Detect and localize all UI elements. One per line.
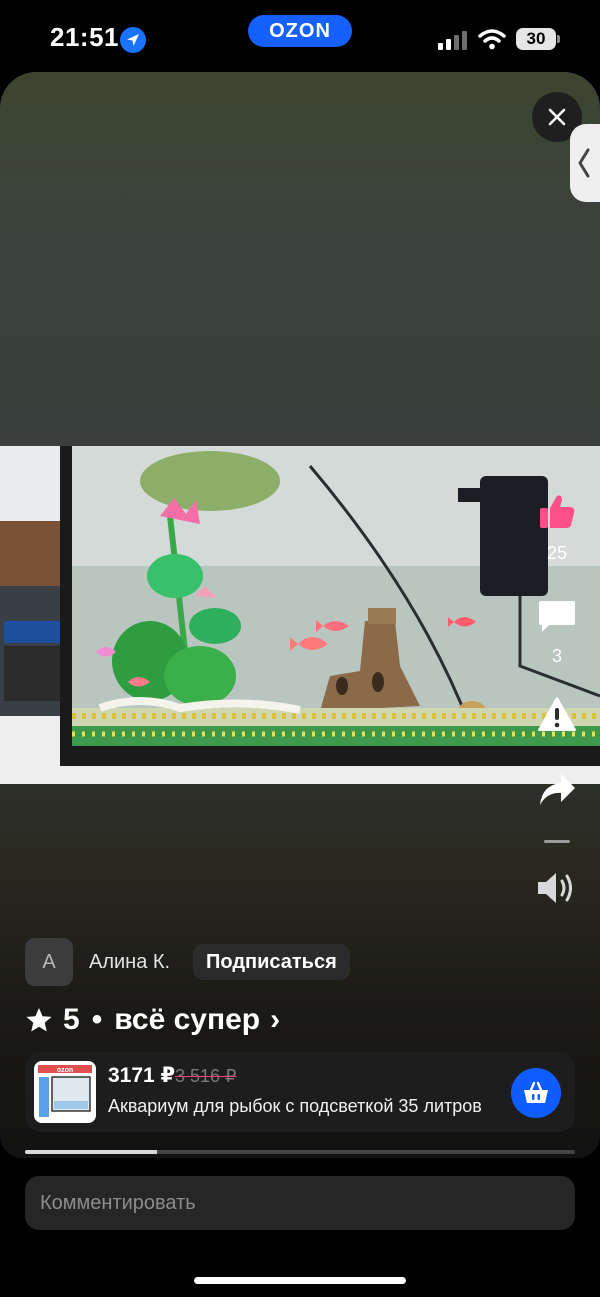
- thumbs-up-icon: [537, 495, 577, 536]
- subscribe-button[interactable]: Подписаться: [193, 944, 350, 980]
- video-player[interactable]: 25 3: [0, 72, 600, 1158]
- author-avatar[interactable]: А: [25, 938, 73, 986]
- review-rating-row[interactable]: 5 • всё супер ›: [25, 1000, 280, 1040]
- status-time: 21:51: [50, 22, 119, 52]
- speaker-icon: [535, 873, 579, 910]
- warning-icon: [537, 697, 577, 736]
- actions-divider: [544, 840, 570, 843]
- battery-indicator: 30: [516, 28, 556, 50]
- share-action[interactable]: [530, 772, 584, 813]
- rating-separator: •: [91, 1003, 103, 1036]
- video-progress-fill: [25, 1150, 157, 1154]
- video-progress-bar[interactable]: [25, 1150, 575, 1154]
- share-arrow-icon: [537, 774, 577, 812]
- product-title: Аквариум для рыбок с подсветкой 35 литро…: [108, 1096, 482, 1116]
- star-icon: [25, 1007, 53, 1034]
- sound-action[interactable]: [530, 870, 584, 911]
- product-old-price: 3 516 ₽: [175, 1066, 237, 1086]
- thumb-brand-text: ozon: [57, 1067, 73, 1074]
- wifi-icon: [478, 28, 506, 55]
- add-to-cart-button[interactable]: [511, 1068, 561, 1118]
- comment-bubble-icon: [537, 601, 577, 639]
- comment-input[interactable]: [25, 1176, 575, 1230]
- review-text: всё супер: [114, 1003, 261, 1036]
- location-arrow-icon: [120, 27, 146, 53]
- report-action[interactable]: [530, 696, 584, 737]
- product-price: 3171 ₽: [108, 1064, 176, 1087]
- cellular-signal-icon: [438, 30, 468, 55]
- product-card[interactable]: ozon 3171 ₽ 3 516 ₽ Аквариум для рыбок с…: [25, 1052, 575, 1132]
- video-frame[interactable]: [0, 446, 600, 784]
- product-thumbnail: ozon: [34, 1061, 96, 1123]
- chevron-right-icon: ›: [270, 1003, 281, 1036]
- author-name[interactable]: Алина К.: [89, 951, 170, 974]
- home-indicator[interactable]: [194, 1277, 406, 1284]
- status-bar: 21:51 OZON 30: [0, 0, 600, 78]
- battery-tip: [557, 35, 560, 43]
- likes-count: 25: [546, 543, 568, 563]
- like-action[interactable]: 25: [530, 492, 584, 564]
- comments-action[interactable]: 3: [530, 599, 584, 667]
- ozon-logo[interactable]: OZON: [248, 15, 352, 47]
- side-panel-handle[interactable]: [570, 124, 600, 202]
- comments-count: 3: [551, 646, 562, 666]
- rating-value: 5: [63, 1003, 80, 1036]
